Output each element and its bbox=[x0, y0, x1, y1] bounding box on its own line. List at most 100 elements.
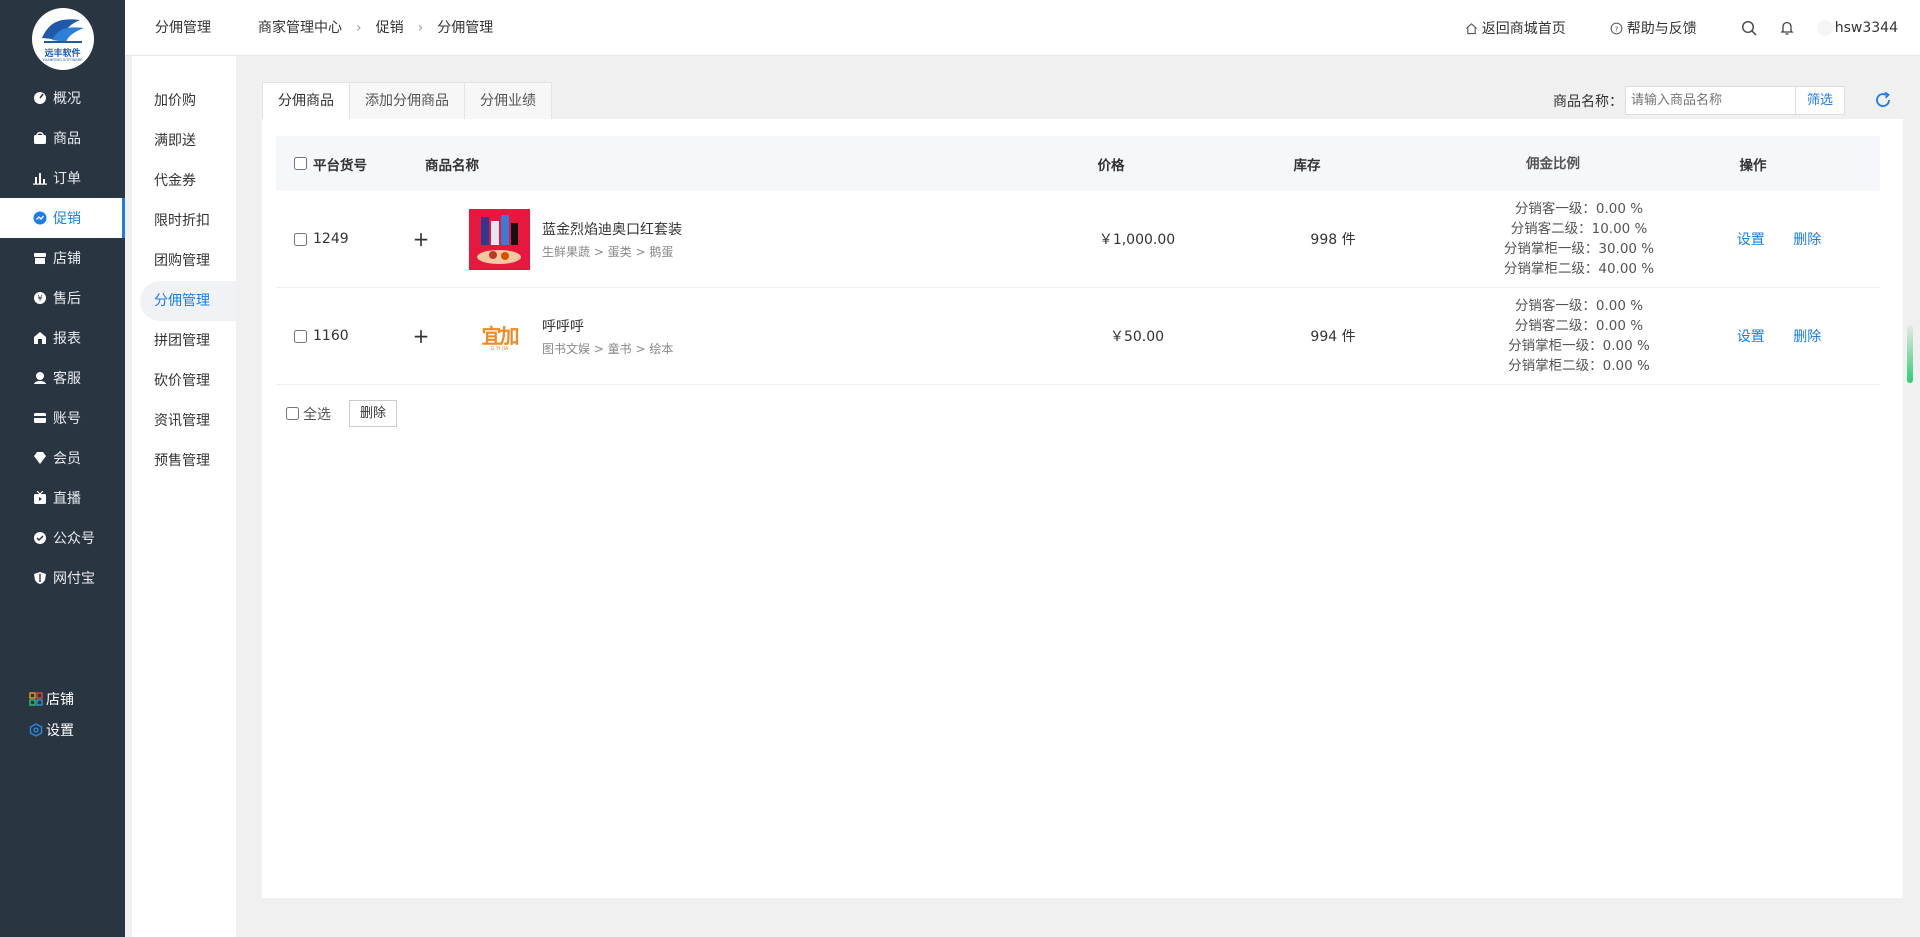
goods-name[interactable]: 呼呼呼 bbox=[542, 316, 673, 336]
submenu-item-commission[interactable]: 分佣管理 bbox=[140, 281, 236, 321]
goods-stock: 994 件 bbox=[1310, 329, 1356, 345]
user-menu[interactable]: hsw3344 bbox=[1816, 20, 1898, 36]
col-header-op: 操作 bbox=[1739, 157, 1767, 174]
expand-button[interactable]: + bbox=[391, 324, 451, 348]
ratio-line: 分销客二级：0.00 % bbox=[1514, 318, 1644, 334]
goods-thumbnail[interactable] bbox=[469, 208, 530, 270]
sidebar-item-orders[interactable]: 订单 bbox=[0, 158, 125, 198]
sidebar-item-goods[interactable]: 商品 bbox=[0, 118, 125, 158]
sidebar-bottom-store[interactable]: 店铺 bbox=[0, 683, 125, 714]
submenu-item-bargain[interactable]: 砍价管理 bbox=[132, 361, 236, 401]
username: hsw3344 bbox=[1834, 20, 1898, 36]
submenu-item-markup-purchase[interactable]: 加价购 bbox=[132, 81, 236, 121]
sidebar-item-label: 直播 bbox=[53, 491, 81, 507]
logo-subtext: YUANFENG SOFTWARE bbox=[42, 58, 83, 62]
submenu-item-flash-discount[interactable]: 限时折扣 bbox=[132, 201, 236, 241]
tab-commission-performance[interactable]: 分佣业绩 bbox=[464, 82, 552, 119]
row-checkbox[interactable] bbox=[294, 232, 307, 246]
submenu-item-voucher[interactable]: 代金券 bbox=[132, 161, 236, 201]
goods-name-input[interactable] bbox=[1624, 86, 1795, 115]
sidebar-item-aftersale[interactable]: ¥ 售后 bbox=[0, 278, 125, 318]
submenu-item-group-buy[interactable]: 团购管理 bbox=[132, 241, 236, 281]
goods-name[interactable]: 蓝金烈焰迪奥口红套装 bbox=[542, 219, 682, 239]
submenu-item-news[interactable]: 资讯管理 bbox=[132, 401, 236, 441]
header-select-all-checkbox[interactable] bbox=[294, 157, 307, 170]
service-icon bbox=[33, 371, 47, 385]
sidebar-item-payment[interactable]: 网付宝 bbox=[0, 558, 125, 598]
col-header-id: 平台货号 bbox=[313, 157, 367, 174]
commission-goods-table: 平台货号 商品名称 价格 库存 佣金比例 操作 1249 + 蓝金烈焰迪奥口红套… bbox=[276, 136, 1880, 385]
col-header-price: 价格 bbox=[1097, 157, 1125, 174]
help-link[interactable]: ? 帮助与反馈 bbox=[1610, 18, 1697, 38]
table-row: 1249 + 蓝金烈焰迪奥口红套装 生鲜果蔬 > 蛋类 > 鹅蛋 ￥1,000.… bbox=[276, 191, 1880, 288]
set-button[interactable]: 设置 bbox=[1737, 232, 1765, 248]
select-all-label[interactable]: 全选 bbox=[303, 404, 331, 424]
sidebar-item-service[interactable]: 客服 bbox=[0, 358, 125, 398]
sidebar-item-promotion[interactable]: 促销 bbox=[0, 198, 125, 238]
submenu-item-presale[interactable]: 预售管理 bbox=[132, 441, 236, 481]
sidebar-item-official-account[interactable]: 公众号 bbox=[0, 518, 125, 558]
aftersale-icon: ¥ bbox=[33, 291, 47, 305]
sidebar-item-account[interactable]: 账号 bbox=[0, 398, 125, 438]
sidebar-item-label: 概况 bbox=[53, 91, 81, 107]
bell-icon[interactable] bbox=[1779, 20, 1795, 36]
official-account-icon bbox=[33, 531, 47, 545]
delete-button[interactable]: 删除 bbox=[1793, 329, 1821, 345]
company-logo[interactable]: 远丰软件 YUANFENG SOFTWARE bbox=[31, 8, 94, 70]
order-chart-icon bbox=[33, 171, 47, 185]
breadcrumb-item[interactable]: 商家管理中心 bbox=[258, 0, 342, 56]
scrollbar-thumb[interactable] bbox=[1907, 325, 1913, 383]
chevron-right-icon: › bbox=[417, 20, 424, 36]
sidebar-bottom-settings[interactable]: 设置 bbox=[0, 714, 125, 745]
sidebar-item-live[interactable]: 直播 bbox=[0, 478, 125, 518]
sidebar-item-store[interactable]: 店铺 bbox=[0, 238, 125, 278]
sidebar-item-overview[interactable]: 概况 bbox=[0, 78, 125, 118]
header-actions: 返回商城首页 ? 帮助与反馈 hsw3344 bbox=[1465, 0, 1920, 56]
live-icon bbox=[33, 491, 47, 505]
row-checkbox[interactable] bbox=[294, 329, 307, 343]
store-icon bbox=[33, 251, 47, 265]
breadcrumb-item[interactable]: 促销 bbox=[376, 0, 404, 56]
ratio-line: 分销掌柜一级：0.00 % bbox=[1508, 338, 1650, 354]
sidebar-bottom-label: 店铺 bbox=[46, 691, 74, 708]
filter-label: 商品名称： bbox=[1552, 93, 1623, 110]
ratio-line: 分销客一级：0.00 % bbox=[1514, 298, 1644, 314]
tab-commission-goods[interactable]: 分佣商品 bbox=[262, 82, 350, 119]
select-all-checkbox[interactable] bbox=[286, 407, 299, 420]
goods-id: 1249 bbox=[313, 231, 349, 247]
delete-button[interactable]: 删除 bbox=[1793, 232, 1821, 248]
search-icon[interactable] bbox=[1741, 20, 1757, 36]
help-link-label: 帮助与反馈 bbox=[1626, 21, 1697, 37]
submenu-item-full-gift[interactable]: 满即送 bbox=[132, 121, 236, 161]
main-nav: 概况 商品 订单 促销 店铺 ¥ 售后 报表 客服 账号 会员 直播 公众号 网… bbox=[0, 78, 125, 598]
sidebar-item-label: 公众号 bbox=[53, 531, 95, 547]
sidebar-item-label: 报表 bbox=[53, 331, 81, 347]
goods-thumbnail[interactable]: 宜加 G YI JIA bbox=[469, 305, 530, 367]
home-link[interactable]: 返回商城首页 bbox=[1465, 18, 1566, 38]
table-row: 1160 + 宜加 G YI JIA 呼呼呼 图书文娱 > 童书 > 绘本 ￥5… bbox=[276, 288, 1880, 385]
expand-button[interactable]: + bbox=[391, 227, 451, 251]
ratio-line: 分销掌柜一级：30.00 % bbox=[1503, 241, 1655, 257]
refresh-icon[interactable] bbox=[1873, 90, 1893, 114]
ratio-line: 分销掌柜二级：0.00 % bbox=[1508, 358, 1650, 374]
settings-hex-icon bbox=[29, 722, 43, 737]
member-icon bbox=[33, 451, 47, 465]
ratio-line: 分销客一级：0.00 % bbox=[1514, 201, 1644, 217]
sidebar-item-label: 售后 bbox=[53, 291, 81, 307]
goods-id: 1160 bbox=[313, 328, 349, 344]
set-button[interactable]: 设置 bbox=[1737, 329, 1765, 345]
col-header-name: 商品名称 bbox=[425, 157, 479, 174]
sidebar-item-member[interactable]: 会员 bbox=[0, 438, 125, 478]
bulk-delete-button[interactable]: 删除 bbox=[349, 400, 398, 427]
commission-ratios: 分销客一级：0.00 % 分销客二级：10.00 % 分销掌柜一级：30.00 … bbox=[1479, 199, 1679, 279]
avatar bbox=[1816, 20, 1833, 36]
tab-add-commission-goods[interactable]: 添加分佣商品 bbox=[349, 82, 465, 119]
col-header-stock: 库存 bbox=[1293, 157, 1321, 174]
submenu-item-team-buy[interactable]: 拼团管理 bbox=[132, 321, 236, 361]
sidebar-bottom: 店铺 设置 bbox=[0, 683, 125, 745]
filter-button[interactable]: 筛选 bbox=[1794, 86, 1845, 115]
svg-text:¥: ¥ bbox=[37, 294, 42, 303]
ratio-line: 分销掌柜二级：40.00 % bbox=[1503, 261, 1655, 277]
sidebar-item-report[interactable]: 报表 bbox=[0, 318, 125, 358]
breadcrumb: 商家管理中心 › 促销 › 分佣管理 bbox=[258, 0, 493, 56]
